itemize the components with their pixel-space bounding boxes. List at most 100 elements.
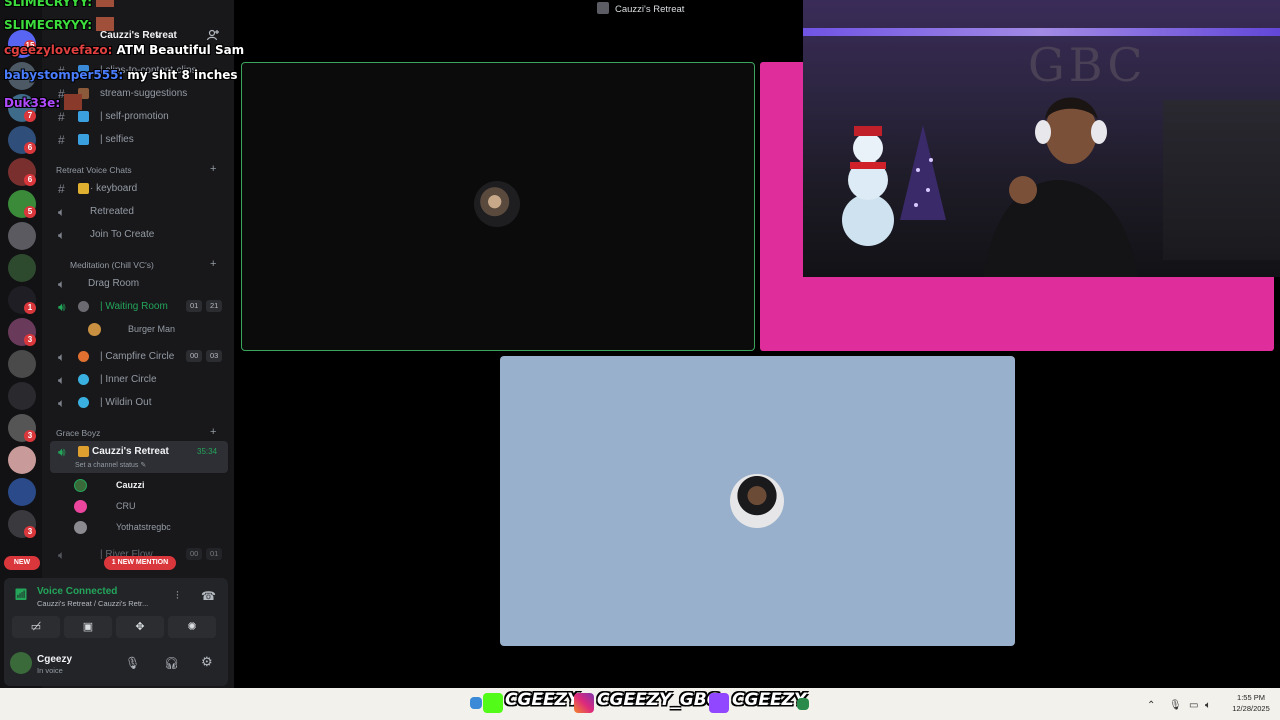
chat-username: Duk33e: (4, 96, 61, 110)
instagram-handle: CGEEZY_GBC (597, 690, 720, 710)
chat-message: SLIMECRYYY: (4, 17, 115, 32)
video-tile[interactable] (500, 356, 1015, 646)
add-channel-icon[interactable]: + (210, 258, 216, 270)
chat-username: SLIMECRYYY: (4, 0, 93, 9)
kick-icon (483, 693, 503, 713)
avatar[interactable] (10, 652, 32, 674)
channel-cauzzis-retreat[interactable]: 🔊︎ Cauzzi's Retreat 35:34 (52, 443, 228, 461)
microphone-icon[interactable]: 🎙︎ (1169, 700, 1182, 711)
channel-waiting-room[interactable]: 🔊︎ | Waiting Room 01 21 (52, 298, 228, 316)
system-clock[interactable]: 1:55 PM 12/28/2025 (1226, 692, 1276, 714)
streamer-figure (983, 97, 1138, 277)
network-icon[interactable]: ▭ (1189, 700, 1198, 711)
chat-text: my shit 8 inches (127, 68, 238, 82)
badge: 5 (24, 206, 36, 218)
channel-selfies[interactable]: # | selfies (52, 131, 228, 149)
channel-label: | Campfire Circle (100, 351, 175, 362)
twitch-handle: CGEEZY (732, 690, 807, 710)
user-count: 00 (186, 350, 203, 362)
channel-label: Join To Create (90, 229, 155, 240)
category-meditation[interactable]: Meditation (Chill VC's) (70, 260, 154, 270)
channel-campfire-circle[interactable]: 🔈︎ | Campfire Circle 00 03 (52, 348, 228, 366)
voice-user-cru[interactable]: CRU (74, 500, 136, 513)
avatar (88, 323, 101, 336)
server-icon[interactable] (8, 222, 36, 250)
add-user-icon[interactable] (206, 28, 220, 42)
channel-join-to-create[interactable]: 🔈︎ Join To Create (52, 226, 228, 244)
channel-retreated[interactable]: 🔈︎ Retreated (52, 203, 228, 221)
chat-text: ATM Beautiful Sam (116, 43, 245, 57)
add-channel-icon[interactable]: + (210, 163, 216, 175)
badge: 3 (24, 430, 36, 442)
camera-off-button[interactable]: ▭̸ (12, 616, 60, 638)
instagram-icon (574, 693, 594, 713)
category-grace-boyz[interactable]: Grace Boyz (56, 428, 100, 438)
voice-user-yothatstregbc[interactable]: Yothatstregbc (74, 521, 171, 534)
screen: 15 7 6 6 5 1 3 3 3 NEW Cauzzi's Retreat … (0, 0, 1280, 720)
twitch-icon (709, 693, 729, 713)
voice-user-cauzzi[interactable]: Cauzzi (74, 479, 145, 492)
add-channel-icon[interactable]: + (210, 426, 216, 438)
user-icon (78, 301, 89, 312)
avatar (474, 181, 520, 227)
channel-keyboard[interactable]: # · keyboard (52, 180, 228, 198)
chevron-down-icon: ⌄ (155, 29, 163, 39)
channel-self-promotion[interactable]: # | self-promotion (52, 108, 228, 126)
signal-icon[interactable]: 📶︎ (14, 588, 28, 601)
disconnect-icon[interactable]: ☎︎ (201, 589, 216, 603)
microphone-icon[interactable]: 🎙︎ (125, 656, 140, 670)
crown-icon (78, 446, 89, 457)
badge: 6 (24, 142, 36, 154)
clock-date: 12/28/2025 (1232, 704, 1270, 713)
stream-title: Cauzzi's Retreat (615, 4, 685, 15)
pencil-icon: ✎ (140, 462, 147, 469)
gear-icon[interactable]: ⚙ (201, 654, 213, 670)
server-icon[interactable] (8, 382, 36, 410)
channel-status-button[interactable]: Set a channel status ✎ (75, 461, 146, 469)
user-count: 00 (186, 548, 203, 560)
volume-icon[interactable]: 🔈︎ (1205, 700, 1211, 711)
noise-suppression-icon[interactable]: ⫶ (176, 590, 179, 603)
voice-user-burger-man[interactable]: Burger Man (88, 323, 175, 336)
speaker-active-icon: 🔊︎ (58, 300, 66, 314)
new-mention-pill[interactable]: 1 NEW MENTION (104, 556, 176, 570)
server-icon (597, 2, 609, 14)
headphones-icon[interactable]: 🎧︎ (164, 656, 179, 670)
channel-label: · keyboard (90, 183, 138, 194)
badge: 3 (24, 334, 36, 346)
chevron-up-icon[interactable]: ⌃ (1147, 700, 1155, 711)
webcam-overlay: GBC (803, 0, 1280, 277)
chat-message: babystomper555: my shit 8 inches (4, 68, 238, 82)
server-icon[interactable] (8, 446, 36, 474)
video-tile-speaking[interactable] (241, 62, 755, 351)
stream-header: Cauzzi's Retreat (597, 2, 684, 16)
windows-icon[interactable] (470, 697, 482, 709)
emoji-icon (78, 134, 89, 145)
soundboard-button[interactable]: ✺ (168, 616, 216, 638)
emote-icon (96, 0, 115, 7)
user-status: In voice (37, 666, 63, 675)
channel-drag-room[interactable]: 🔈︎ Drag Room (52, 275, 228, 293)
voice-connected-label[interactable]: Voice Connected (37, 586, 117, 597)
voice-channel-path[interactable]: Cauzzi's Retreat / Cauzzi's Retr... (37, 599, 148, 608)
channel-label: | Wildin Out (100, 397, 152, 408)
badge: 7 (24, 110, 36, 122)
activities-icon: ✥ (135, 621, 145, 633)
category-retreat-voice[interactable]: Retreat Voice Chats (56, 165, 132, 175)
screen-share-button[interactable]: ▣ (64, 616, 112, 638)
voice-panel: 📶︎ Voice Connected Cauzzi's Retreat / Ca… (4, 578, 228, 686)
avatar (74, 479, 87, 492)
new-unreads-pill[interactable]: NEW (4, 556, 40, 570)
excel-icon[interactable] (797, 698, 809, 710)
channel-wildin-out[interactable]: 🔈︎ | Wildin Out (52, 394, 228, 412)
server-icon[interactable] (8, 478, 36, 506)
channel-label: Cauzzi's Retreat (92, 446, 169, 457)
led-strip (803, 28, 1280, 36)
chat-username: SLIMECRYYY: (4, 18, 93, 32)
username[interactable]: Cgeezy (37, 654, 72, 665)
channel-inner-circle[interactable]: 🔈︎ | Inner Circle (52, 371, 228, 389)
speaker-icon: 🔈︎ (58, 228, 66, 242)
server-icon[interactable] (8, 254, 36, 282)
activities-button[interactable]: ✥ (116, 616, 164, 638)
server-icon[interactable] (8, 350, 36, 378)
